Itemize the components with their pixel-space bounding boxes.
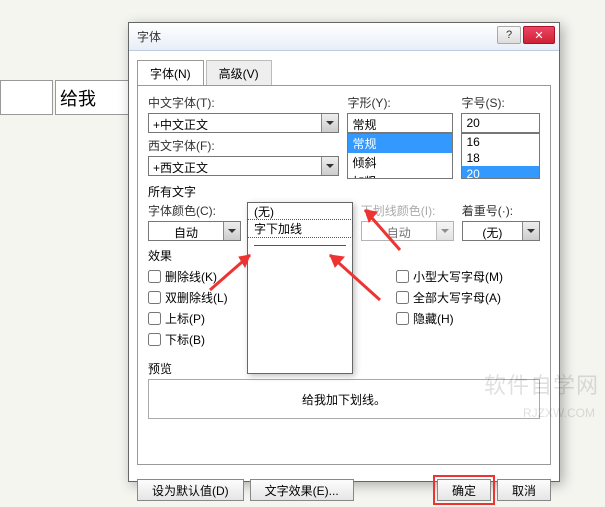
dd-item-line-dots2[interactable] <box>248 322 352 339</box>
western-font-combo[interactable]: +西文正文 <box>148 156 339 176</box>
chevron-down-icon[interactable] <box>321 157 338 175</box>
cb-all-caps[interactable]: 全部大写字母(A) <box>396 289 536 306</box>
style-item-bold[interactable]: 加粗 <box>348 172 452 179</box>
style-value: 常规 <box>348 114 452 132</box>
preview-text: 给我加下划线。 <box>302 391 386 408</box>
dd-item-line-dash[interactable] <box>248 339 352 356</box>
text-effects-button[interactable]: 文字效果(E)... <box>250 479 354 501</box>
label-size: 字号(S): <box>461 94 540 111</box>
tab-advanced[interactable]: 高级(V) <box>206 60 272 86</box>
dd-item-none[interactable]: (无) <box>248 203 352 220</box>
label-all-text: 所有文字 <box>148 183 540 200</box>
western-font-value: +西文正文 <box>149 157 321 175</box>
chevron-down-icon <box>436 222 453 240</box>
chevron-down-icon[interactable] <box>522 222 539 240</box>
cancel-button[interactable]: 取消 <box>497 479 551 501</box>
set-default-button[interactable]: 设为默认值(D) <box>137 479 244 501</box>
help-button[interactable]: ? <box>497 26 521 44</box>
dd-item-underline-words[interactable]: 字下加线 <box>248 220 352 237</box>
cb-small-caps[interactable]: 小型大写字母(M) <box>396 268 536 285</box>
dd-item-line-dots[interactable] <box>248 305 352 322</box>
emphasis-combo[interactable]: (无) <box>462 221 540 241</box>
doc-bg-cell <box>0 80 53 115</box>
dd-item-line-dash2[interactable] <box>248 356 352 373</box>
tab-font[interactable]: 字体(N) <box>137 60 204 86</box>
style-item-regular[interactable]: 常规 <box>348 134 452 153</box>
dialog-footer: 设为默认值(D) 文字效果(E)... 确定 取消 <box>129 473 559 507</box>
size-listbox[interactable]: 16 18 20 <box>461 133 540 179</box>
style-item-italic[interactable]: 倾斜 <box>348 153 452 172</box>
ok-button[interactable]: 确定 <box>437 479 491 501</box>
dialog-title: 字体 <box>137 28 161 45</box>
annotation-arrow-icon <box>320 245 390 305</box>
size-item-18[interactable]: 18 <box>462 150 539 166</box>
size-value: 20 <box>462 114 539 132</box>
chinese-font-combo[interactable]: +中文正文 <box>148 113 339 133</box>
label-style: 字形(Y): <box>347 94 453 111</box>
label-chinese-font: 中文字体(T): <box>148 94 339 111</box>
cb-hidden[interactable]: 隐藏(H) <box>396 310 536 327</box>
size-item-16[interactable]: 16 <box>462 134 539 150</box>
annotation-arrow-icon <box>205 245 265 295</box>
label-font-color: 字体颜色(C): <box>148 202 241 219</box>
chevron-down-icon[interactable] <box>321 114 338 132</box>
close-button[interactable]: ✕ <box>523 26 555 44</box>
style-input[interactable]: 常规 <box>347 113 453 133</box>
font-color-combo[interactable]: 自动 <box>148 221 241 241</box>
document-text: 给我 <box>55 80 130 115</box>
tab-bar: 字体(N) 高级(V) <box>137 59 551 85</box>
chevron-down-icon[interactable] <box>223 222 240 240</box>
size-item-20[interactable]: 20 <box>462 166 539 179</box>
label-western-font: 西文字体(F): <box>148 137 339 154</box>
size-input[interactable]: 20 <box>461 113 540 133</box>
preview-box: 给我加下划线。 <box>148 379 540 419</box>
chinese-font-value: +中文正文 <box>149 114 321 132</box>
emphasis-value: (无) <box>463 222 522 240</box>
font-color-value: 自动 <box>149 222 223 240</box>
style-listbox[interactable]: 常规 倾斜 加粗 <box>347 133 453 179</box>
titlebar: 字体 ? ✕ <box>129 23 559 51</box>
label-emphasis: 着重号(·): <box>462 202 540 219</box>
